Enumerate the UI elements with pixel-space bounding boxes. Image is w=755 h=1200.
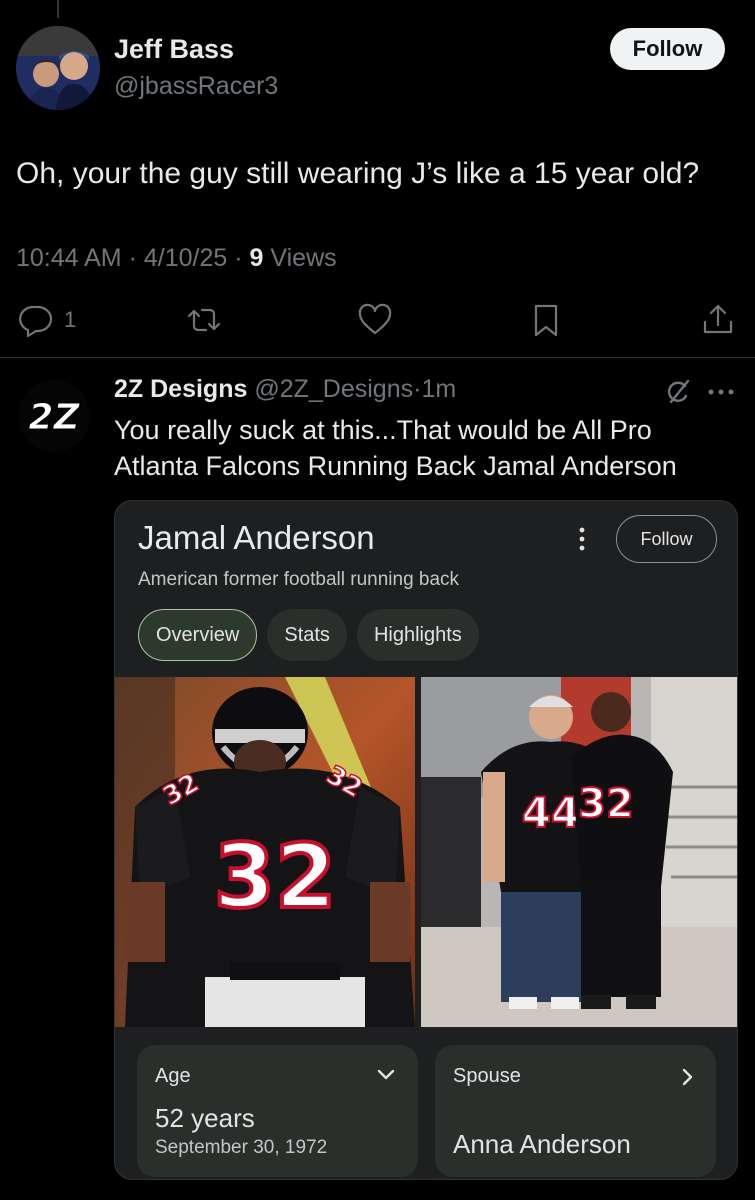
age-label: Age <box>155 1065 191 1087</box>
author-avatar[interactable] <box>16 26 100 110</box>
spouse-label: Spouse <box>453 1065 521 1087</box>
svg-text:44: 44 <box>522 788 580 837</box>
card-tabs: Overview Stats Highlights <box>138 609 479 661</box>
reply-avatar[interactable]: 2Z <box>18 380 90 452</box>
age-value: 52 years <box>155 1103 255 1133</box>
views-label: Views <box>270 244 337 272</box>
bookmark-icon <box>534 304 558 337</box>
tweet-time[interactable]: 10:44 AM <box>16 244 122 272</box>
meta-separator: · <box>234 244 250 272</box>
reply-author-name[interactable]: 2Z Designs <box>114 375 247 403</box>
card-follow-button[interactable]: Follow <box>616 515 717 563</box>
svg-text:2Z: 2Z <box>28 397 80 438</box>
retweet-icon <box>187 308 221 332</box>
tweet-actions: 1 <box>0 300 755 344</box>
like-button[interactable] <box>357 300 393 340</box>
meta-separator: · <box>128 244 144 272</box>
tab-highlights[interactable]: Highlights <box>356 609 479 661</box>
tweet-date[interactable]: 4/10/25 <box>144 244 227 272</box>
card-title: Jamal Anderson <box>138 519 375 556</box>
reply-header: 2Z Designs @2Z_Designs·1m <box>114 375 456 404</box>
reply-time[interactable]: 1m <box>421 375 456 403</box>
reply-text: You really suck at this...That would be … <box>114 415 677 481</box>
svg-text:32: 32 <box>578 781 634 827</box>
birth-date: September 30, 1972 <box>155 1137 328 1158</box>
chevron-right-icon[interactable] <box>680 1067 694 1092</box>
author-handle[interactable]: @jbassRacer3 <box>114 72 278 101</box>
card-subtitle: American former football running back <box>138 569 460 590</box>
share-button[interactable] <box>700 300 736 340</box>
like-icon <box>358 303 392 335</box>
bookmark-button[interactable] <box>528 300 564 340</box>
more-options-icon[interactable] <box>706 378 736 411</box>
tweet-text: Oh, your the guy still wearing J’s like … <box>16 157 700 190</box>
follow-button[interactable]: Follow <box>610 28 725 70</box>
kebab-menu-icon[interactable] <box>575 525 589 558</box>
player-photo-action[interactable]: 32 32 32 <box>115 677 415 1027</box>
tab-overview[interactable]: Overview <box>138 609 258 661</box>
player-photo-meetup[interactable]: 44 32 <box>421 677 737 1027</box>
chevron-down-icon[interactable] <box>376 1067 396 1086</box>
reply-button[interactable]: 1 <box>18 300 76 340</box>
retweet-button[interactable] <box>186 300 222 340</box>
age-info-card[interactable]: Age 52 years September 30, 1972 <box>137 1045 418 1177</box>
tab-stats[interactable]: Stats <box>267 609 347 661</box>
grok-icon[interactable] <box>664 378 692 411</box>
reply-icon <box>19 305 53 338</box>
main-tweet: Jeff Bass @jbassRacer3 Follow Oh, your t… <box>0 0 755 358</box>
svg-text:32: 32 <box>214 825 336 928</box>
spouse-info-card[interactable]: Spouse Anna Anderson <box>435 1045 716 1177</box>
share-icon <box>703 304 733 334</box>
reply-author-handle[interactable]: @2Z_Designs <box>254 375 413 403</box>
knowledge-panel-card[interactable]: Jamal Anderson American former football … <box>114 500 738 1180</box>
spouse-value: Anna Anderson <box>453 1129 631 1159</box>
author-name[interactable]: Jeff Bass <box>114 34 234 65</box>
tweet-meta: 10:44 AM · 4/10/25 · 9 Views <box>16 244 337 273</box>
views-count[interactable]: 9 <box>250 244 264 272</box>
reply-count: 1 <box>64 307 77 332</box>
